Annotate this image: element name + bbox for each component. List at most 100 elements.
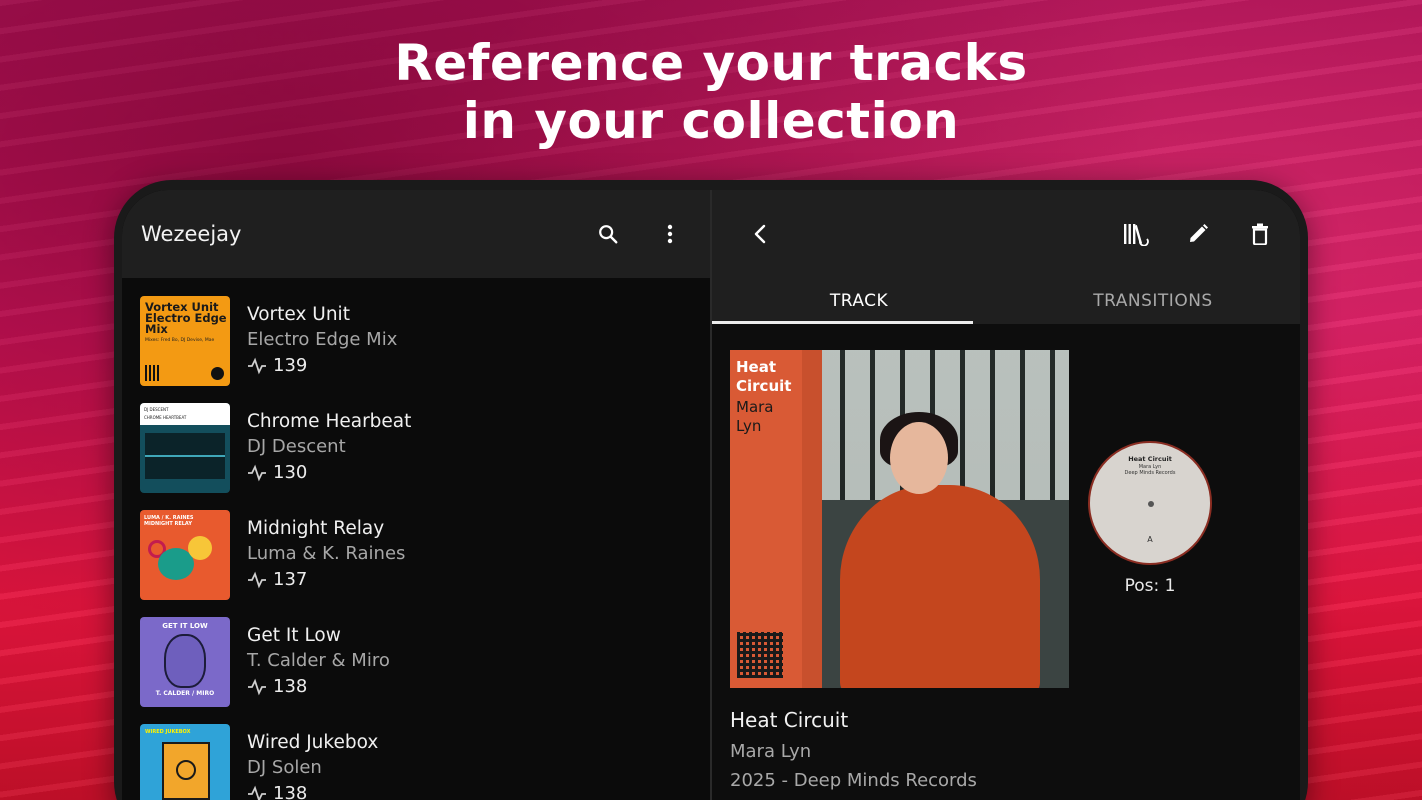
pulse-icon — [248, 678, 266, 696]
track-info: Midnight Relay Luma & K. Raines 137 — [247, 510, 405, 617]
vinyl-title: Heat Circuit — [1128, 455, 1172, 463]
pulse-icon — [248, 464, 266, 482]
track-detail-pane: TRACK TRANSITIONS Heat Circuit Mara Lyn — [712, 190, 1300, 800]
vinyl-record[interactable]: Heat Circuit Mara Lyn Deep Minds Records… — [1088, 441, 1212, 565]
track-artist: DJ Solen — [247, 757, 322, 778]
cover-subtitle: Mixes: Fred Bo, DJ Devise, Mae — [145, 338, 215, 343]
cover-header: LUMA / K. RAINES MIDNIGHT RELAY — [144, 515, 194, 527]
headline-line-2: in your collection — [462, 92, 960, 150]
vinyl-position: Pos: 1 — [1124, 576, 1176, 596]
track-row[interactable]: WIRED JUKEBOX Wired Jukebox DJ Solen 138 — [122, 724, 710, 800]
artwork-artist-line: Mara — [736, 398, 774, 416]
back-arrow-icon — [754, 224, 766, 244]
label-logo-icon — [211, 367, 224, 380]
bpm-value: 137 — [273, 569, 308, 590]
track-artist: DJ Descent — [247, 436, 346, 457]
library-app-bar: Wezeejay — [122, 190, 710, 278]
cover-shape — [188, 536, 212, 560]
detail-tabs: TRACK TRANSITIONS — [712, 278, 1300, 324]
track-bpm: 137 — [247, 566, 405, 594]
waveform-icon — [145, 433, 225, 479]
tab-transitions[interactable]: TRANSITIONS — [1006, 278, 1300, 324]
artwork-person-coat — [840, 485, 1040, 688]
pulse-icon — [248, 785, 266, 800]
app-title: Wezeejay — [141, 222, 242, 246]
trash-icon — [1252, 223, 1268, 245]
library-icon — [1124, 224, 1149, 246]
bpm-value: 138 — [273, 783, 308, 800]
artwork-title-line: Circuit — [736, 377, 792, 395]
track-row[interactable]: Vortex Unit Electro Edge Mix Mixes: Fred… — [122, 296, 710, 403]
artwork-person-face — [890, 422, 948, 494]
track-info: Wired Jukebox DJ Solen 138 — [247, 724, 378, 800]
active-tab-indicator — [712, 321, 973, 324]
artwork-title-strip: Heat Circuit Mara Lyn — [730, 350, 802, 688]
track-bpm: 139 — [247, 352, 397, 380]
search-button[interactable] — [586, 212, 630, 256]
bpm-value: 130 — [273, 462, 308, 483]
more-vert-icon — [667, 224, 673, 244]
track-cover: WIRED JUKEBOX — [140, 724, 230, 800]
overflow-menu-button[interactable] — [648, 212, 692, 256]
track-row[interactable]: GET IT LOW T. CALDER / MIRO Get It Low T… — [122, 617, 710, 724]
app-screen: Wezeejay Vortex Unit Electro Edge Mix Mi… — [122, 190, 1300, 800]
track-title: Chrome Hearbeat — [247, 411, 412, 432]
headline-line-1: Reference your tracks — [394, 34, 1028, 92]
back-button[interactable] — [738, 212, 782, 256]
bpm-value: 138 — [273, 676, 308, 697]
track-row[interactable]: LUMA / K. RAINES MIDNIGHT RELAY Midnight… — [122, 510, 710, 617]
track-info: Vortex Unit Electro Edge Mix 139 — [247, 296, 397, 403]
track-list: Vortex Unit Electro Edge Mix Mixes: Fred… — [122, 278, 710, 800]
promo-headline: Reference your tracks in your collection — [0, 34, 1422, 150]
track-cover: GET IT LOW T. CALDER / MIRO — [140, 617, 230, 707]
cover-title: Vortex Unit Electro Edge Mix — [145, 300, 227, 336]
track-title: Midnight Relay — [247, 518, 385, 539]
face-illustration-icon — [164, 634, 206, 688]
bpm-value: 139 — [273, 355, 308, 376]
track-title: Get It Low — [247, 625, 341, 646]
pulse-icon — [248, 357, 266, 375]
library-button[interactable] — [1114, 212, 1158, 256]
cover-title: GET IT LOW — [162, 622, 208, 630]
track-title: Vortex Unit — [247, 304, 350, 325]
search-icon — [599, 225, 618, 244]
vinyl-side: A — [1147, 535, 1153, 544]
cover-title: MIDNIGHT RELAY — [144, 521, 192, 527]
library-pane: Wezeejay Vortex Unit Electro Edge Mix Mi… — [122, 190, 710, 800]
track-cover: LUMA / K. RAINES MIDNIGHT RELAY — [140, 510, 230, 600]
track-artist: T. Calder & Miro — [247, 650, 390, 671]
detail-track-artist: Mara Lyn — [730, 741, 812, 762]
detail-track-meta: 2025 - Deep Minds Records — [730, 770, 977, 791]
track-artist: Electro Edge Mix — [247, 329, 398, 350]
artwork-pillar — [802, 350, 822, 688]
track-title: Wired Jukebox — [247, 732, 379, 753]
album-artwork: Heat Circuit Mara Lyn — [730, 350, 1069, 688]
track-artist: Luma & K. Raines — [247, 543, 406, 564]
pulse-icon — [248, 571, 266, 589]
cover-title: WIRED JUKEBOX — [145, 729, 191, 735]
artwork-title: Heat Circuit — [736, 358, 791, 396]
jukebox-illustration-icon — [162, 742, 210, 800]
edit-button[interactable] — [1176, 212, 1220, 256]
artwork-artist: Mara Lyn — [736, 397, 774, 436]
track-row[interactable]: DJ DESCENT CHROME HEARTBEAT Chrome Hearb… — [122, 403, 710, 510]
vinyl-center-hole — [1148, 501, 1154, 507]
track-info: Get It Low T. Calder & Miro 138 — [247, 617, 390, 724]
track-bpm: 138 — [247, 673, 390, 701]
cover-artist: T. CALDER / MIRO — [155, 690, 215, 697]
cover-header: DJ DESCENT CHROME HEARTBEAT — [140, 403, 230, 425]
tab-track[interactable]: TRACK — [712, 278, 1006, 324]
track-info: Chrome Hearbeat DJ Descent 130 — [247, 403, 411, 510]
track-bpm: 130 — [247, 459, 411, 487]
detail-app-bar — [712, 190, 1300, 278]
artwork-artist-line: Lyn — [736, 417, 762, 435]
qr-code-icon — [145, 365, 161, 381]
track-cover: DJ DESCENT CHROME HEARTBEAT — [140, 403, 230, 493]
vinyl-label: Deep Minds Records — [1124, 470, 1176, 476]
track-bpm: 138 — [247, 780, 378, 800]
edit-pencil-icon — [1190, 224, 1208, 242]
delete-button[interactable] — [1238, 212, 1282, 256]
qr-code-icon — [737, 632, 783, 678]
detail-track-title: Heat Circuit — [730, 708, 849, 732]
artwork-title-line: Heat — [736, 358, 777, 376]
